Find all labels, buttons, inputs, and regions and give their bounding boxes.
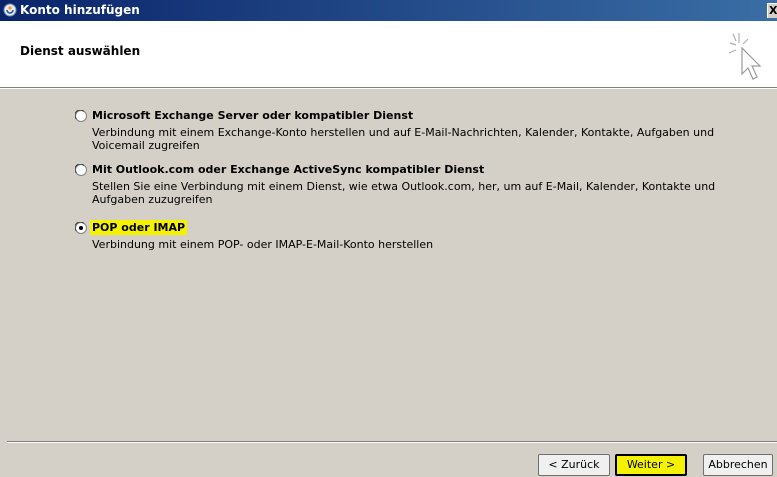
option-activesync-description: Stellen Sie eine Verbindung mit einem Di… xyxy=(92,180,716,206)
option-exchange-description: Verbindung mit einem Exchange-Konto hers… xyxy=(92,126,715,152)
option-pop-imap-title[interactable]: POP oder IMAP xyxy=(90,220,188,235)
outlook-app-icon xyxy=(3,3,17,17)
radio-activesync[interactable] xyxy=(75,164,87,176)
cancel-button[interactable]: Abbrechen xyxy=(703,454,773,476)
page-title: Dienst auswählen xyxy=(20,44,141,58)
next-button[interactable]: Weiter > xyxy=(615,454,687,476)
window-title: Konto hinzufügen xyxy=(20,3,140,17)
highlight-marker: POP oder IMAP xyxy=(90,220,188,235)
radio-exchange[interactable] xyxy=(75,110,87,122)
header-divider xyxy=(0,88,777,89)
footer-divider xyxy=(7,441,777,443)
radio-pop-imap[interactable] xyxy=(75,222,87,234)
wizard-header: Dienst auswählen xyxy=(0,21,777,88)
option-activesync-title[interactable]: Mit Outlook.com oder Exchange ActiveSync… xyxy=(92,163,484,177)
title-bar[interactable]: Konto hinzufügen X xyxy=(0,0,777,21)
back-button[interactable]: < Zurück xyxy=(538,454,610,476)
option-pop-imap-description: Verbindung mit einem POP- oder IMAP-E-Ma… xyxy=(92,238,434,251)
close-button[interactable]: X xyxy=(767,3,777,18)
cursor-sparkle-icon xyxy=(728,33,762,80)
option-exchange-title[interactable]: Microsoft Exchange Server oder kompatibl… xyxy=(92,109,413,123)
